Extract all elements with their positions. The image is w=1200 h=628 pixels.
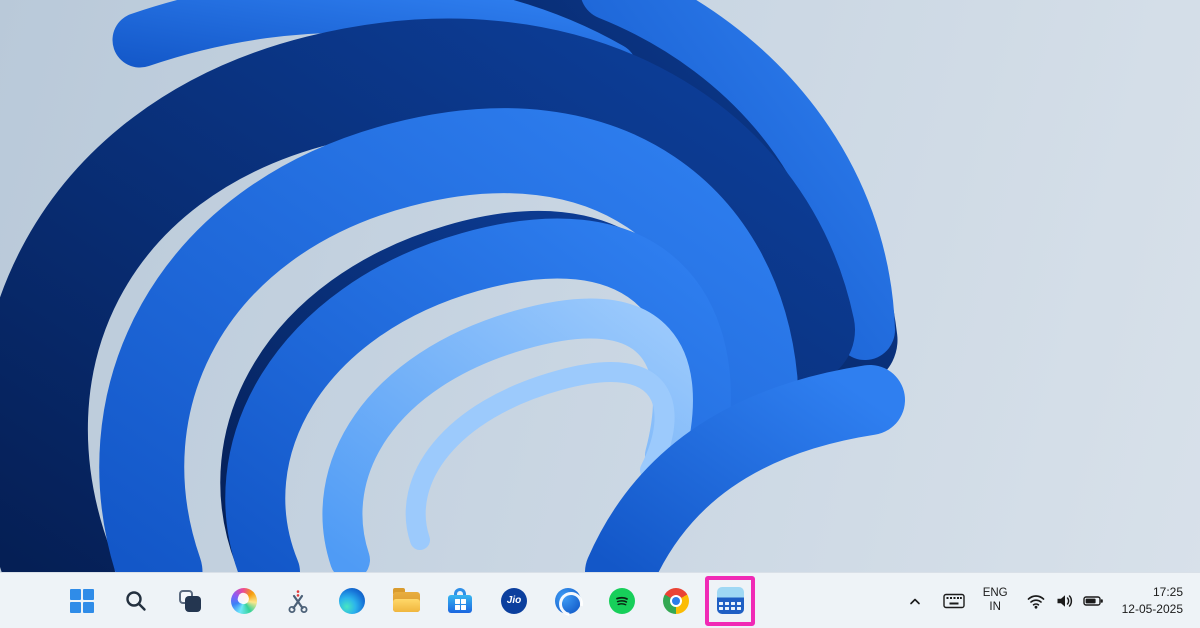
snipping-tool-icon bbox=[286, 589, 310, 613]
edge-button[interactable] bbox=[332, 581, 372, 621]
language-primary: ENG bbox=[983, 587, 1008, 600]
chevron-up-icon bbox=[905, 591, 925, 611]
quick-settings-button[interactable] bbox=[1021, 581, 1109, 621]
clock[interactable]: 17:25 12-05-2025 bbox=[1117, 581, 1188, 621]
spotify-button[interactable] bbox=[602, 581, 642, 621]
task-view-button[interactable] bbox=[170, 581, 210, 621]
windows-logo-icon bbox=[70, 589, 94, 613]
phone-link-button[interactable] bbox=[548, 581, 588, 621]
copilot-button[interactable] bbox=[224, 581, 264, 621]
taskbar-icons: Jio bbox=[0, 576, 755, 626]
volume-icon bbox=[1055, 593, 1074, 609]
taskbar: Jio bbox=[0, 572, 1200, 628]
wifi-icon bbox=[1026, 593, 1046, 609]
chrome-icon bbox=[663, 588, 689, 614]
file-explorer-button[interactable] bbox=[386, 581, 426, 621]
file-explorer-icon bbox=[393, 592, 420, 612]
snipping-tool-button[interactable] bbox=[278, 581, 318, 621]
highlight-annotation-box bbox=[705, 576, 755, 626]
task-view-icon bbox=[179, 590, 201, 612]
search-button[interactable] bbox=[116, 581, 156, 621]
wallpaper-bloom bbox=[0, 0, 980, 572]
clock-time: 17:25 bbox=[1153, 584, 1183, 600]
start-button[interactable] bbox=[62, 581, 102, 621]
edge-icon bbox=[339, 588, 365, 614]
clock-date: 12-05-2025 bbox=[1122, 601, 1183, 617]
chrome-button[interactable] bbox=[656, 581, 696, 621]
touch-keyboard-tray-button[interactable] bbox=[938, 581, 970, 621]
language-indicator[interactable]: ENG IN bbox=[978, 581, 1013, 621]
search-icon bbox=[124, 589, 148, 613]
battery-icon bbox=[1083, 594, 1104, 608]
microsoft-store-button[interactable] bbox=[440, 581, 480, 621]
system-tray: ENG IN bbox=[900, 581, 1200, 621]
microsoft-store-icon bbox=[448, 588, 472, 613]
copilot-icon bbox=[231, 588, 257, 614]
touch-keyboard-app-icon bbox=[717, 587, 744, 614]
jio-button[interactable]: Jio bbox=[494, 581, 534, 621]
touch-keyboard-app-button[interactable] bbox=[710, 581, 750, 621]
desktop[interactable]: Jio bbox=[0, 0, 1200, 628]
spotify-icon bbox=[609, 588, 635, 614]
jio-label: Jio bbox=[507, 595, 521, 606]
phone-link-icon bbox=[555, 588, 581, 614]
touch-keyboard-icon bbox=[943, 593, 965, 609]
hidden-icons-button[interactable] bbox=[900, 581, 930, 621]
jio-icon: Jio bbox=[501, 588, 527, 614]
language-secondary: IN bbox=[989, 601, 1001, 614]
